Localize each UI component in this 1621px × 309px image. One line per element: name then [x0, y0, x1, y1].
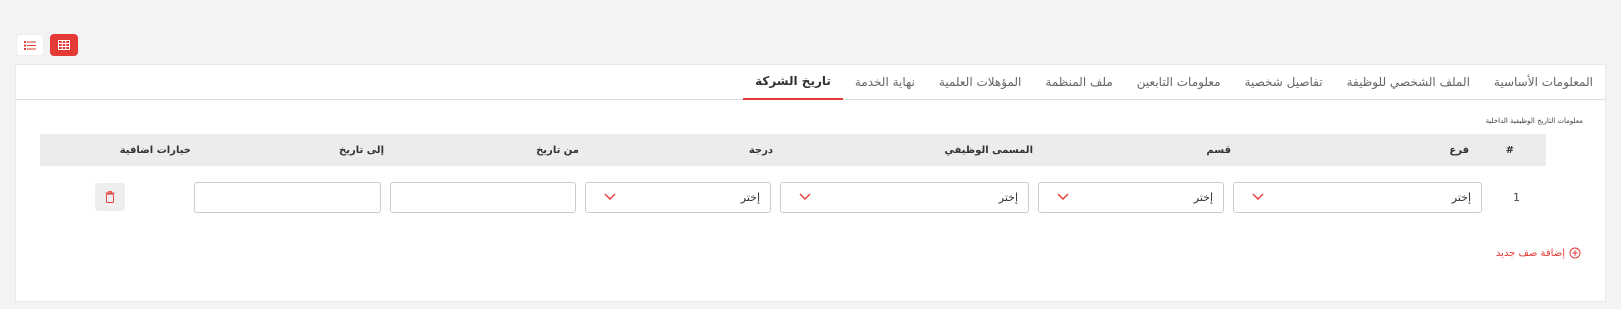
- table-row: 1 إختر إختر إختر إختر: [40, 182, 1546, 214]
- tab-dependents[interactable]: معلومات التابعين: [1125, 65, 1233, 100]
- chevron-down-icon: [604, 193, 616, 200]
- delete-row-button[interactable]: [95, 183, 125, 211]
- tab-basic-info[interactable]: المعلومات الأساسية: [1482, 65, 1605, 100]
- tab-company-history[interactable]: تاريخ الشركة: [743, 65, 843, 100]
- section-title: معلومات التاريخ الوظيفية الداخلية: [1485, 117, 1583, 125]
- department-select[interactable]: إختر: [1038, 182, 1224, 213]
- header-department: قسم: [1206, 144, 1231, 156]
- tab-end-of-service[interactable]: نهاية الخدمة: [843, 65, 927, 100]
- from-date-input[interactable]: [390, 182, 576, 213]
- tab-qualifications[interactable]: المؤهلات العلمية: [927, 65, 1033, 100]
- tab-bar: المعلومات الأساسية الملف الشخصي للوظيفة …: [16, 65, 1605, 100]
- row-number: 1: [1513, 191, 1520, 204]
- header-from-date: من تاريخ: [536, 144, 579, 156]
- chevron-down-icon: [1252, 193, 1264, 200]
- tab-job-profile[interactable]: الملف الشخصي للوظيفة: [1335, 65, 1482, 100]
- grid-icon: [58, 40, 70, 50]
- header-job-title: المسمى الوظيفي: [944, 144, 1033, 156]
- header-num: #: [1505, 144, 1514, 156]
- grid-view-button[interactable]: [50, 34, 78, 56]
- add-row-link[interactable]: إضافة صف جديد: [1496, 247, 1581, 259]
- grade-select-value: إختر: [740, 191, 760, 204]
- header-grade: درجة: [748, 144, 773, 156]
- trash-icon: [105, 191, 115, 203]
- department-select-value: إختر: [1193, 191, 1213, 204]
- branch-select[interactable]: إختر: [1233, 182, 1482, 213]
- header-to-date: إلى تاريخ: [338, 144, 384, 156]
- employee-card: المعلومات الأساسية الملف الشخصي للوظيفة …: [15, 64, 1606, 302]
- header-branch: فرع: [1449, 144, 1469, 156]
- chevron-down-icon: [799, 193, 811, 200]
- list-icon: [24, 41, 36, 50]
- grade-select[interactable]: إختر: [585, 182, 771, 213]
- tab-personal-details[interactable]: تفاصيل شخصية: [1233, 65, 1335, 100]
- view-toggle: [16, 34, 78, 56]
- to-date-input[interactable]: [194, 182, 381, 213]
- tab-organization-file[interactable]: ملف المنظمة: [1033, 65, 1124, 100]
- table-header: # فرع قسم المسمى الوظيفي درجة من تاريخ إ…: [40, 134, 1546, 166]
- plus-circle-icon: [1569, 247, 1581, 259]
- job-title-select-value: إختر: [998, 191, 1018, 204]
- list-view-button[interactable]: [16, 34, 44, 56]
- header-options: خيارات اضافية: [119, 144, 191, 156]
- chevron-down-icon: [1057, 193, 1069, 200]
- branch-select-value: إختر: [1451, 191, 1471, 204]
- add-row-label: إضافة صف جديد: [1495, 247, 1565, 259]
- job-title-select[interactable]: إختر: [780, 182, 1029, 213]
